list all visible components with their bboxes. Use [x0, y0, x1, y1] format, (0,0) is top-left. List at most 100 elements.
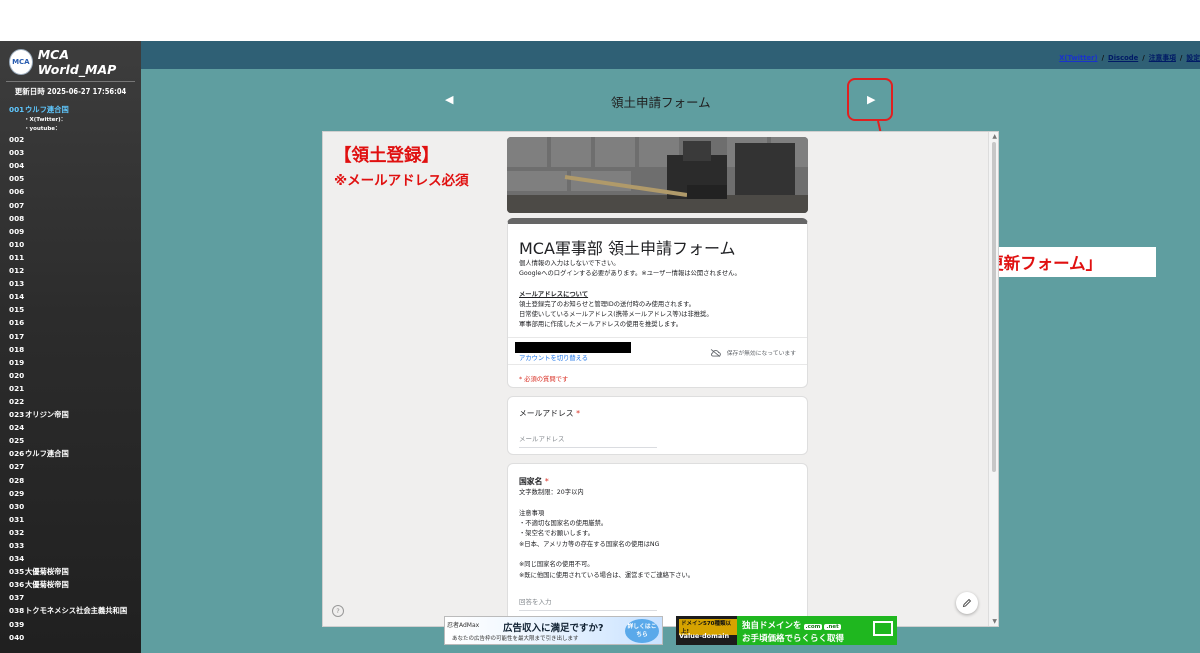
ad-subtext: あなたの広告枠の可能性を最大限まで引き出します: [452, 636, 579, 642]
settings-link[interactable]: 設定: [1186, 54, 1200, 62]
nation-number: 027: [9, 462, 25, 472]
nation-number: 005: [9, 174, 25, 184]
ad-brand: Value-domain: [679, 632, 730, 640]
nation-item[interactable]: 030: [9, 500, 141, 513]
nation-item[interactable]: 004: [9, 159, 141, 172]
discode-link[interactable]: Discode: [1108, 54, 1138, 62]
youtube-label: ・youtube：: [24, 125, 61, 132]
nation-number: 026: [9, 449, 25, 459]
nation-item[interactable]: 021: [9, 382, 141, 395]
nation-number: 032: [9, 527, 25, 537]
nation-number: 002: [9, 135, 25, 145]
nation-item[interactable]: 016: [9, 316, 141, 329]
nation-item[interactable]: 007: [9, 199, 141, 212]
nation-item[interactable]: 017: [9, 330, 141, 343]
nation-item[interactable]: 014: [9, 290, 141, 303]
nation-number: 009: [9, 226, 25, 236]
twitter-link[interactable]: X(Twitter): [1059, 54, 1097, 62]
nation-item[interactable]: 019: [9, 356, 141, 369]
nation-youtube-link[interactable]: ・youtube：: [9, 125, 141, 134]
nation-item[interactable]: 035大優菊桜帝国: [9, 565, 141, 578]
nation-number: 011: [9, 252, 25, 262]
nation-number: 025: [9, 436, 25, 446]
ad-details-button[interactable]: 詳しくはこちら: [625, 619, 659, 643]
form-page-title: 領土申請フォーム: [611, 95, 711, 110]
next-button-highlight: [847, 78, 893, 121]
nation-rule-line: ・不適切な国家名の使用厳禁。: [519, 520, 608, 527]
email-about-line-2: 日常使いしているメールアドレス(携帯メールアドレス等)は非推奨。: [519, 311, 713, 318]
email-about-line-1: 領土登録完了のお知らせと管理IDの送付時のみ使用されます。: [519, 301, 695, 308]
ad-banner-admax[interactable]: 忍者AdMax 広告収入に満足ですか? あなたの広告枠の可能性を最大限まで引き出…: [444, 616, 663, 645]
nation-item[interactable]: 002: [9, 133, 141, 146]
nation-item[interactable]: 037: [9, 591, 141, 604]
nation-number: 006: [9, 187, 25, 197]
nation-name: 大優菊桜帝国: [25, 567, 69, 577]
nation-number: 008: [9, 213, 25, 223]
nation-number: 001: [9, 105, 25, 114]
nation-item[interactable]: 028: [9, 474, 141, 487]
nation-item[interactable]: 039: [9, 618, 141, 631]
nation-item[interactable]: 024: [9, 421, 141, 434]
nation-rule-line: ※同じ国家名の使用不可。: [519, 561, 594, 568]
nation-item[interactable]: 015: [9, 303, 141, 316]
label-text: 国家名: [519, 477, 543, 486]
nation-item[interactable]: 001ウルフ連合国: [9, 103, 141, 116]
help-icon[interactable]: ?: [332, 605, 344, 617]
scroll-thumb[interactable]: [992, 142, 996, 472]
email-about-line-3: 軍事部用に作成したメールアドレスの使用を推奨します。: [519, 321, 683, 328]
ad-brand: 忍者AdMax: [447, 622, 480, 629]
required-note: * 必須の質問です: [519, 376, 569, 383]
nation-number: 014: [9, 292, 25, 302]
nation-name: 大優菊桜帝国: [25, 580, 69, 590]
edit-button[interactable]: [956, 592, 978, 614]
nation-number: 031: [9, 514, 25, 524]
sidebar-logo[interactable]: MCA MCA World_MAP: [0, 41, 141, 77]
nation-item[interactable]: 027: [9, 460, 141, 473]
nation-item[interactable]: 026ウルフ連合国: [9, 447, 141, 460]
question-email-label: メールアドレス *: [519, 408, 580, 419]
switch-account-link[interactable]: アカウントを切り替える: [519, 353, 588, 362]
nation-twitter-link[interactable]: ・X(Twitter)：: [9, 116, 141, 125]
prev-page-button[interactable]: ◀: [445, 93, 453, 106]
link-separator: /: [1142, 54, 1145, 62]
nation-item[interactable]: 025: [9, 434, 141, 447]
question-nation-label: 国家名 *: [519, 476, 549, 487]
scroll-down-arrow-icon[interactable]: ▼: [992, 618, 997, 625]
nation-item[interactable]: 023オリジン帝国: [9, 408, 141, 421]
nation-item[interactable]: 018: [9, 343, 141, 356]
nation-number: 010: [9, 239, 25, 249]
nation-item[interactable]: 031: [9, 513, 141, 526]
nation-item[interactable]: 012: [9, 264, 141, 277]
nation-item[interactable]: 009: [9, 225, 141, 238]
nation-item[interactable]: 010: [9, 238, 141, 251]
nation-item[interactable]: 033: [9, 539, 141, 552]
nation-name-input[interactable]: 回答を入力: [519, 596, 657, 611]
sidebar: MCA MCA World_MAP 更新日時 2025-06-27 17:56:…: [0, 41, 141, 653]
nation-item[interactable]: 034: [9, 552, 141, 565]
nation-item[interactable]: 020: [9, 369, 141, 382]
nation-item[interactable]: 006: [9, 185, 141, 198]
email-input[interactable]: メールアドレス: [519, 433, 657, 448]
ad-line-1-text: 独自ドメインを: [742, 621, 802, 631]
nation-item[interactable]: 038トクモネメシス社会主義共和国: [9, 604, 141, 617]
nation-item[interactable]: 022: [9, 395, 141, 408]
ad-banner-value-domain[interactable]: ドメイン570種類以上! Value-domain 独自ドメインを .com .ne…: [676, 616, 897, 645]
scroll-up-arrow-icon[interactable]: ▲: [992, 133, 997, 140]
nation-item[interactable]: 036大優菊桜帝国: [9, 578, 141, 591]
email-required-note: ※メールアドレス必須: [334, 173, 469, 189]
nation-name: オリジン帝国: [25, 410, 69, 420]
nation-number: 018: [9, 344, 25, 354]
nation-rule-line: 注意事項: [519, 509, 545, 517]
form-scrollbar[interactable]: ▲ ▼: [988, 132, 998, 626]
nation-item[interactable]: 011: [9, 251, 141, 264]
nation-item[interactable]: 008: [9, 212, 141, 225]
notes-link[interactable]: 注意事項: [1149, 54, 1176, 62]
nation-item[interactable]: 040: [9, 631, 141, 644]
nation-item[interactable]: 032: [9, 526, 141, 539]
save-status-text: 保存が無効になっています: [726, 351, 796, 357]
nation-item[interactable]: 003: [9, 146, 141, 159]
nation-list: 001ウルフ連合国 ・X(Twitter)： ・youtube： 002 003 0…: [0, 103, 141, 644]
nation-item[interactable]: 029: [9, 487, 141, 500]
nation-item[interactable]: 013: [9, 277, 141, 290]
nation-item[interactable]: 005: [9, 172, 141, 185]
